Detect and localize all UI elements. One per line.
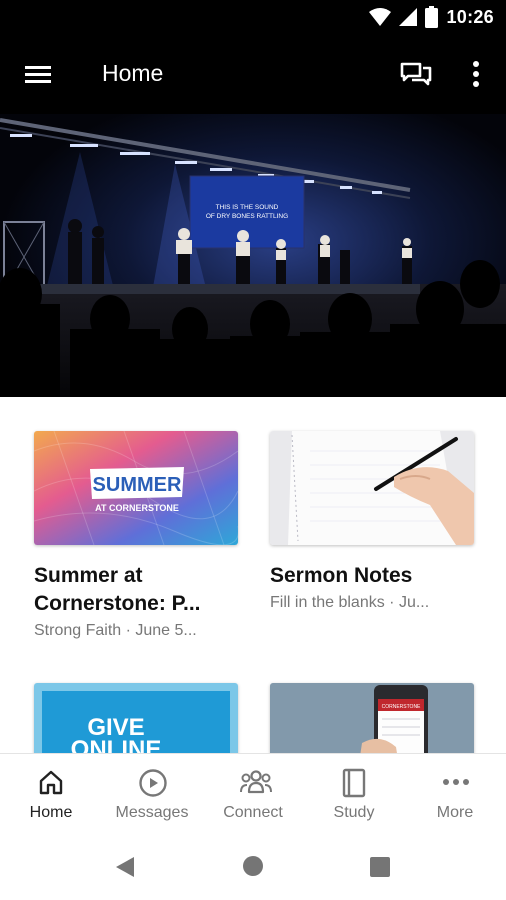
card-app-phone[interactable]: CORNERSTONE bbox=[270, 683, 474, 753]
app-bar: Home bbox=[0, 36, 506, 114]
card-subtitle: Strong Faith · June 5... bbox=[34, 622, 197, 639]
summer-graphic: SUMMER AT CORNERSTONE bbox=[34, 431, 238, 545]
page-title: Home bbox=[102, 60, 164, 86]
book-icon bbox=[342, 768, 366, 798]
wifi-icon bbox=[369, 8, 392, 26]
people-icon bbox=[240, 770, 272, 794]
nav-messages[interactable]: Messages bbox=[102, 754, 202, 832]
status-bar: 10:26 bbox=[0, 0, 506, 36]
overflow-menu-button[interactable] bbox=[464, 58, 488, 92]
nav-label: Connect bbox=[223, 804, 283, 821]
back-icon[interactable] bbox=[114, 855, 136, 879]
card-summer-at-cornerstone[interactable]: SUMMER AT CORNERSTONE Summer at Cornerst… bbox=[34, 431, 238, 640]
more-horizontal-icon bbox=[443, 779, 469, 785]
card-thumbnail: GIVE ONLINE bbox=[34, 683, 238, 753]
nav-label: Study bbox=[333, 804, 375, 821]
stage-screen-text-2: OF DRY BONES RATTLING bbox=[206, 213, 288, 220]
bottom-navigation: Home Messages Connect Study More bbox=[0, 753, 506, 832]
card-thumbnail: CORNERSTONE bbox=[270, 683, 474, 753]
card-sermon-notes[interactable]: Sermon Notes Fill in the blanks · Ju... bbox=[270, 431, 474, 612]
card-subtitle: Fill in the blanks · Ju... bbox=[270, 594, 430, 611]
nav-home[interactable]: Home bbox=[1, 754, 101, 832]
menu-button[interactable] bbox=[22, 60, 54, 90]
play-circle-icon bbox=[139, 769, 167, 797]
summer-graphic-text-1: SUMMER bbox=[93, 474, 182, 496]
nav-study[interactable]: Study bbox=[304, 754, 404, 832]
system-navigation-bar bbox=[0, 831, 506, 900]
nav-label: More bbox=[436, 804, 474, 821]
chat-icon bbox=[400, 62, 432, 86]
card-title: Sermon Notes bbox=[270, 564, 413, 587]
nav-label: Messages bbox=[115, 804, 189, 821]
give-online-graphic: GIVE ONLINE bbox=[34, 683, 238, 753]
battery-icon bbox=[425, 6, 439, 28]
card-title-continued: Cornerstone: P... bbox=[34, 592, 201, 615]
hero-image[interactable]: THIS IS THE SOUND OF DRY BONES RATTLING bbox=[0, 114, 506, 397]
recents-square-icon[interactable] bbox=[369, 856, 391, 878]
hamburger-menu-icon bbox=[25, 66, 51, 83]
hero-stage-photo: THIS IS THE SOUND OF DRY BONES RATTLING bbox=[0, 114, 506, 397]
nav-more[interactable]: More bbox=[405, 754, 505, 832]
nav-connect[interactable]: Connect bbox=[203, 754, 303, 832]
card-thumbnail bbox=[270, 431, 474, 545]
home-icon bbox=[39, 770, 63, 795]
signal-icon bbox=[399, 8, 418, 26]
phone-screen-text: CORNERSTONE bbox=[382, 704, 421, 710]
more-vertical-icon bbox=[473, 61, 479, 87]
home-circle-icon[interactable] bbox=[242, 855, 264, 877]
notebook-photo bbox=[270, 431, 474, 545]
card-title: Summer at bbox=[34, 564, 143, 587]
give-online-text-2: ONLINE bbox=[71, 736, 162, 753]
nav-label: Home bbox=[29, 804, 73, 821]
stage-screen-text-1: THIS IS THE SOUND bbox=[216, 204, 279, 211]
phone-photo: CORNERSTONE bbox=[270, 683, 474, 753]
content-grid: SUMMER AT CORNERSTONE Summer at Cornerst… bbox=[0, 397, 506, 753]
summer-graphic-text-2: AT CORNERSTONE bbox=[95, 503, 179, 513]
status-time: 10:26 bbox=[446, 6, 494, 27]
chat-button[interactable] bbox=[398, 58, 434, 92]
card-give-online[interactable]: GIVE ONLINE bbox=[34, 683, 238, 753]
card-thumbnail: SUMMER AT CORNERSTONE bbox=[34, 431, 238, 545]
